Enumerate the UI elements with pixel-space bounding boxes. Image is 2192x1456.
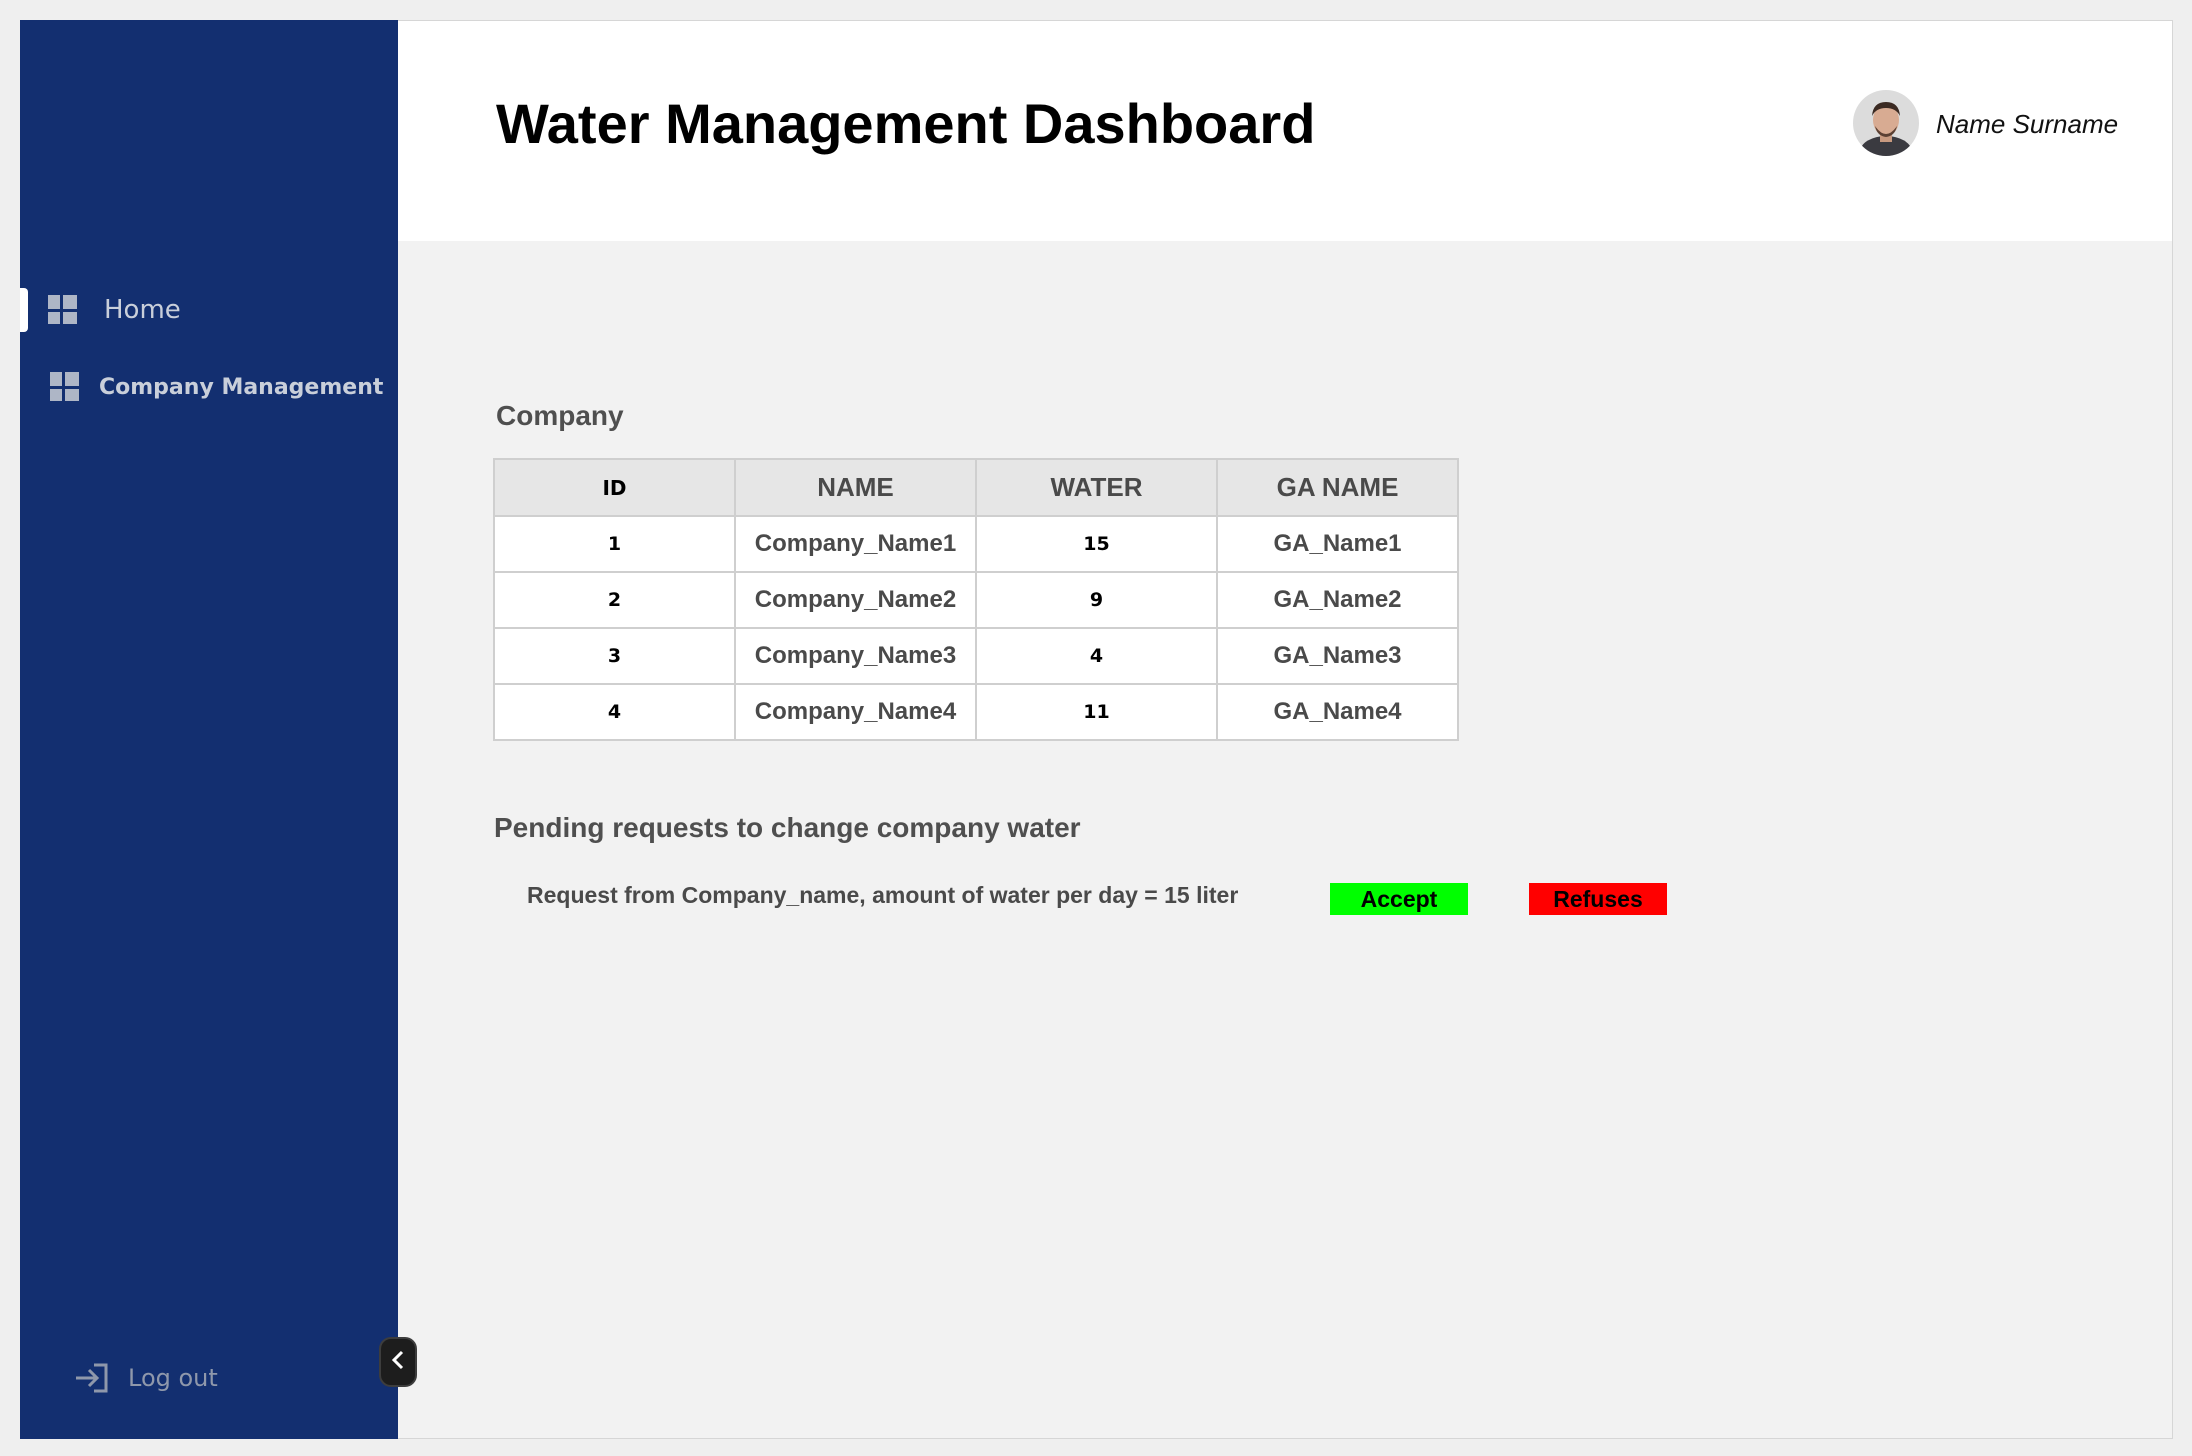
pending-request-text: Request from Company_name, amount of wat…	[527, 882, 1239, 908]
chevron-left-icon	[391, 1350, 405, 1375]
sidebar-item-company-management[interactable]: Company Management	[20, 365, 398, 409]
sidebar: Home Company Management Log out	[20, 20, 398, 1439]
table-row[interactable]: 1 Company_Name1 15 GA_Name1	[493, 515, 1459, 573]
cell-water: 9	[975, 571, 1218, 629]
cell-ga-name: GA_Name4	[1216, 683, 1459, 741]
cell-name: Company_Name3	[734, 627, 977, 685]
header: Water Management Dashboard Name Surname	[398, 21, 2172, 241]
cell-name: Company_Name2	[734, 571, 977, 629]
dashboard-icon	[50, 372, 80, 402]
dashboard-icon	[48, 295, 78, 325]
column-header-id[interactable]: ID	[493, 458, 736, 517]
column-header-name[interactable]: NAME	[734, 458, 977, 517]
logout-icon	[74, 1362, 110, 1394]
cell-name: Company_Name1	[734, 515, 977, 573]
user-name[interactable]: Name Surname	[1936, 109, 2118, 140]
logout-label: Log out	[128, 1364, 218, 1392]
cell-id: 3	[493, 627, 736, 685]
column-header-ga-name[interactable]: GA NAME	[1216, 458, 1459, 517]
sidebar-collapse-button[interactable]	[379, 1337, 417, 1387]
page-title: Water Management Dashboard	[496, 92, 1316, 155]
cell-id: 1	[493, 515, 736, 573]
cell-name: Company_Name4	[734, 683, 977, 741]
section-title-pending-requests: Pending requests to change company water	[494, 812, 1081, 843]
accept-button[interactable]: Accept	[1330, 883, 1468, 915]
cell-water: 15	[975, 515, 1218, 573]
table-row[interactable]: 2 Company_Name2 9 GA_Name2	[493, 571, 1459, 629]
cell-id: 2	[493, 571, 736, 629]
sidebar-item-label: Home	[104, 295, 181, 325]
cell-water: 11	[975, 683, 1218, 741]
active-indicator	[20, 288, 28, 332]
sidebar-item-label: Company Management	[99, 374, 384, 400]
column-header-water[interactable]: WATER	[975, 458, 1218, 517]
table-row[interactable]: 4 Company_Name4 11 GA_Name4	[493, 683, 1459, 741]
cell-ga-name: GA_Name1	[1216, 515, 1459, 573]
cell-ga-name: GA_Name2	[1216, 571, 1459, 629]
refuse-button[interactable]: Refuses	[1529, 883, 1667, 915]
table-header-row: ID NAME WATER GA NAME	[493, 458, 1459, 517]
sidebar-item-home[interactable]: Home	[20, 288, 398, 332]
cell-ga-name: GA_Name3	[1216, 627, 1459, 685]
avatar[interactable]	[1853, 90, 1919, 156]
logout-button[interactable]: Log out	[74, 1358, 294, 1398]
cell-water: 4	[975, 627, 1218, 685]
cell-id: 4	[493, 683, 736, 741]
company-table: ID NAME WATER GA NAME 1 Company_Name1 15…	[493, 458, 1459, 741]
section-title-company: Company	[496, 400, 624, 431]
table-row[interactable]: 3 Company_Name3 4 GA_Name3	[493, 627, 1459, 685]
